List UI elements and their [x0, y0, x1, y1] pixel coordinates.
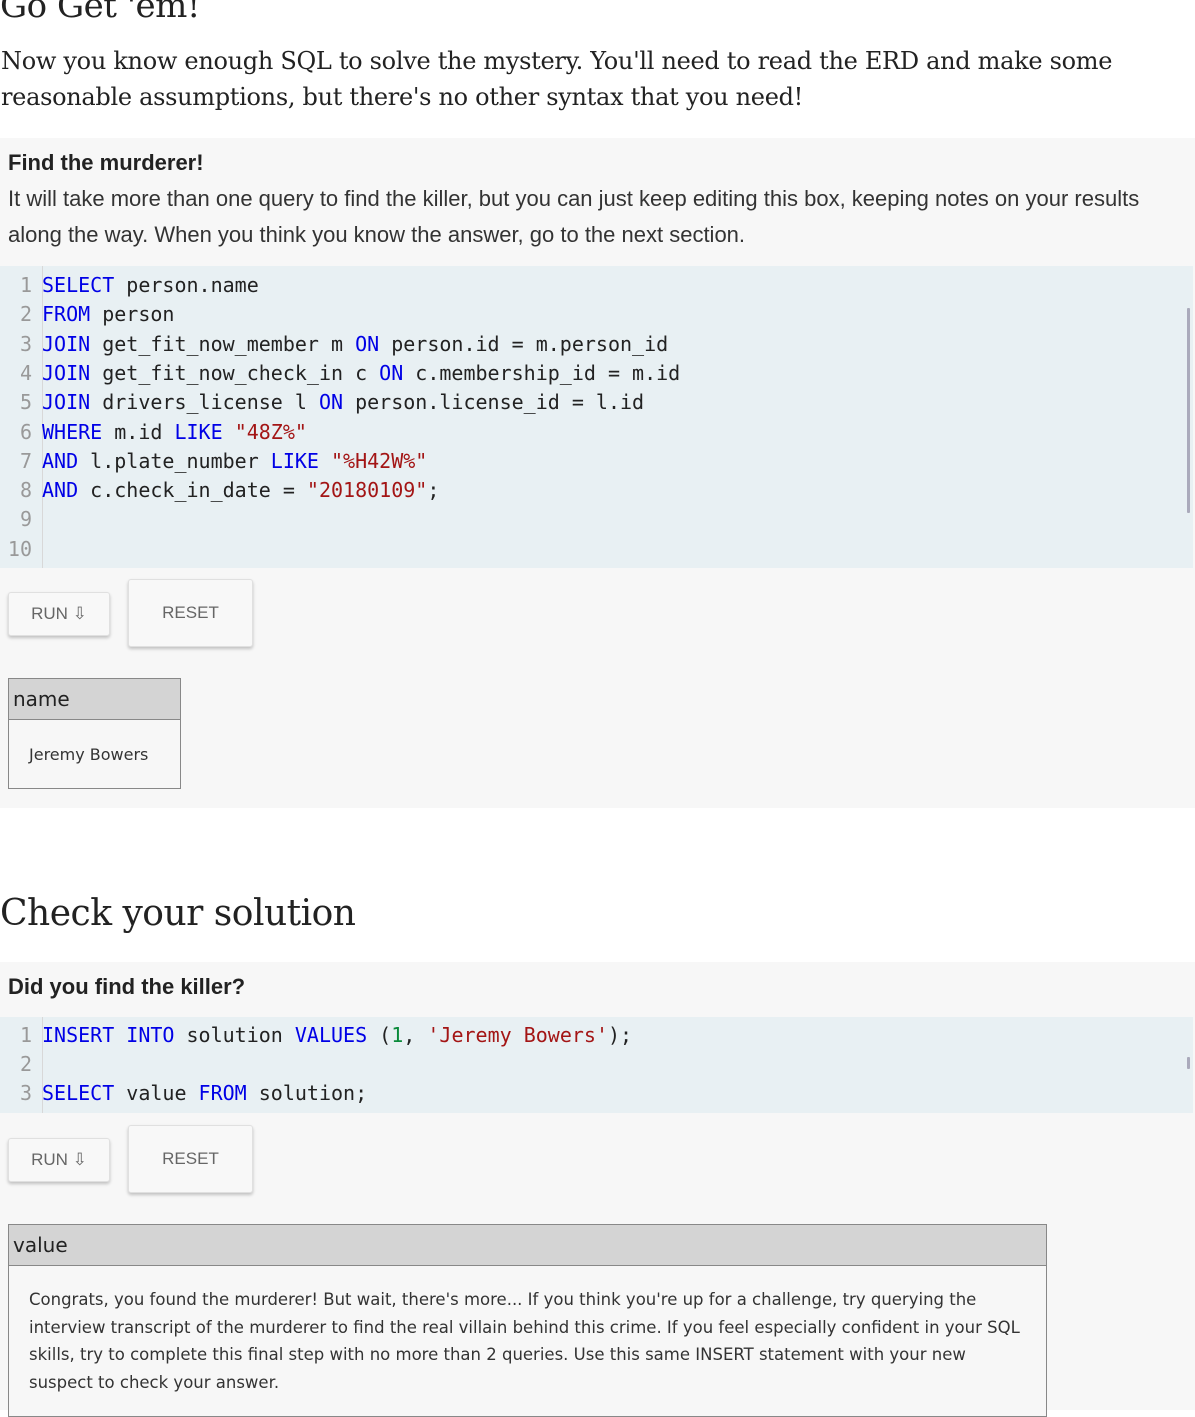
code-token: SELECT	[42, 1081, 115, 1105]
result-cell: Jeremy Bowers	[8, 719, 181, 789]
code-token: ON	[355, 331, 380, 356]
code-line[interactable]: 9	[0, 505, 42, 534]
code-token: solution	[174, 1023, 295, 1047]
code-line[interactable]: 3 JOIN get_fit_now_member m ON person.id …	[0, 330, 668, 359]
code-token: FROM	[42, 302, 91, 327]
code-token: drivers_license l	[90, 390, 319, 415]
line-number: 10	[7, 536, 32, 561]
line-number: 6	[19, 419, 32, 444]
panel-description: It will take more than one query to find…	[8, 186, 1140, 247]
code-token: solution;	[246, 1081, 368, 1105]
code-token: INSERT	[42, 1023, 115, 1047]
code-token: JOIN	[42, 331, 91, 356]
code-token: "48Z%"	[234, 419, 307, 444]
code-token: c.membership_id = m.id	[403, 360, 681, 385]
code-line[interactable]: 2	[0, 1050, 42, 1079]
code-token: ;	[427, 478, 440, 503]
line-number: 1	[19, 1023, 32, 1047]
code-line[interactable]: 2 FROM person	[0, 300, 175, 329]
code-token: person.name	[114, 273, 259, 297]
code-token: INTO	[126, 1023, 175, 1047]
section-heading-go-get-em: Go Get 'em!	[0, 0, 201, 26]
panel-title: Did you find the killer?	[8, 974, 246, 999]
line-number: 5	[19, 390, 32, 415]
code-line[interactable]: 7 AND l.plate_number LIKE "%H42W%"	[0, 447, 427, 476]
code-token: );	[608, 1023, 633, 1047]
code-token: (	[367, 1023, 392, 1047]
code-line[interactable]: 8 AND c.check_in_date = "20180109";	[0, 476, 439, 505]
code-line[interactable]: 3 SELECT value FROM solution;	[0, 1079, 367, 1108]
line-number: 1	[19, 273, 32, 297]
line-number: 2	[19, 1052, 32, 1076]
code-line[interactable]: 1 INSERT INTO solution VALUES (1, 'Jeremy…	[0, 1021, 632, 1050]
code-token: ON	[379, 360, 404, 385]
code-token: 1	[391, 1023, 404, 1047]
reset-button[interactable]: RESET	[128, 1125, 253, 1193]
result-column-header: value	[8, 1224, 1047, 1266]
code-token: 'Jeremy Bowers'	[427, 1023, 608, 1047]
code-line[interactable]: 4 JOIN get_fit_now_check_in c ON c.member…	[0, 359, 680, 388]
code-token: c.check_in_date =	[78, 478, 307, 503]
code-token: AND	[42, 448, 79, 473]
result-table: name Jeremy Bowers	[8, 678, 181, 789]
code-token: get_fit_now_check_in c	[90, 360, 380, 385]
intro-paragraph: Now you know enough SQL to solve the mys…	[1, 47, 1113, 111]
line-number: 7	[19, 448, 32, 473]
line-number: 4	[19, 360, 32, 385]
code-token: JOIN	[42, 390, 91, 415]
code-line[interactable]: 10	[0, 535, 42, 564]
code-token: "20180109"	[306, 478, 428, 503]
result-cell: Congrats, you found the murderer! But wa…	[8, 1265, 1047, 1417]
code-line[interactable]: 5 JOIN drivers_license l ON person.licens…	[0, 388, 644, 417]
sql-editor[interactable]: 1 SELECT person.name 2 FROM person 3 JOIN get…	[0, 266, 1193, 568]
line-number: 9	[19, 507, 32, 532]
code-token: VALUES	[294, 1023, 368, 1047]
run-button[interactable]: RUN ⇩	[8, 592, 110, 636]
run-button[interactable]: RUN ⇩	[8, 1138, 110, 1182]
editor-scrollbar[interactable]	[1187, 1057, 1190, 1069]
result-table: value Congrats, you found the murderer! …	[8, 1224, 1047, 1417]
reset-button[interactable]: RESET	[128, 579, 253, 647]
code-token: ,	[403, 1023, 428, 1047]
code-token: ON	[318, 390, 344, 415]
code-line[interactable]: 1 SELECT person.name	[0, 271, 259, 300]
code-token: FROM	[198, 1081, 247, 1105]
code-token: get_fit_now_member m	[90, 331, 356, 356]
code-token: JOIN	[42, 360, 91, 385]
section-heading-check-solution: Check your solution	[0, 893, 356, 934]
code-token: person.license_id = l.id	[343, 390, 645, 415]
code-token: person	[90, 302, 175, 327]
code-token: value	[114, 1081, 199, 1105]
code-token: LIKE	[270, 448, 319, 473]
code-token: l.plate_number	[78, 448, 271, 473]
editor-scrollbar[interactable]	[1187, 308, 1190, 513]
code-token: AND	[42, 478, 79, 503]
sql-editor[interactable]: 1 INSERT INTO solution VALUES (1, 'Jeremy…	[0, 1017, 1193, 1113]
code-token: "%H42W%"	[331, 448, 428, 473]
check-solution-panel: Did you find the killer? 1 INSERT INTO so…	[0, 962, 1195, 1417]
line-number: 3	[19, 1081, 32, 1105]
line-number: 3	[19, 331, 32, 356]
result-column-header: name	[8, 678, 181, 720]
panel-title: Find the murderer!	[8, 150, 204, 175]
find-murderer-panel: Find the murderer! It will take more tha…	[0, 138, 1195, 808]
line-number: 2	[19, 302, 32, 327]
line-number: 8	[19, 478, 32, 503]
code-token: SELECT	[42, 273, 115, 297]
code-token: m.id	[102, 419, 175, 444]
code-token: LIKE	[174, 419, 223, 444]
code-token: WHERE	[42, 419, 103, 444]
code-token: person.id = m.person_id	[379, 331, 669, 356]
code-line[interactable]: 6 WHERE m.id LIKE "48Z%"	[0, 418, 307, 447]
